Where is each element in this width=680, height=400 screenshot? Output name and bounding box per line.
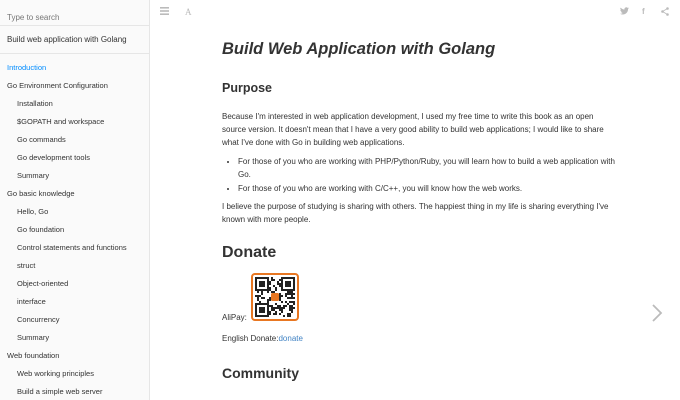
table-of-contents: Introduction Go Environment Configuration… — [0, 54, 149, 400]
book-home-link[interactable]: Build web application with Golang — [0, 26, 149, 54]
sidebar-item-summary[interactable]: Summary — [0, 329, 149, 347]
twitter-icon[interactable] — [620, 7, 629, 15]
sidebar-item-go-environment-configuration[interactable]: Go Environment Configuration — [0, 77, 149, 95]
sidebar-item-control-statements-and-functions[interactable]: Control statements and functions — [0, 239, 149, 257]
sidebar-item-struct[interactable]: struct — [0, 257, 149, 275]
purpose-list: For those of you who are working with PH… — [222, 155, 617, 195]
community-heading: Community — [222, 365, 299, 381]
page-content: Build Web Application with Golang Purpos… — [222, 38, 617, 381]
sidebar-item-summary[interactable]: Summary — [0, 167, 149, 185]
font-settings-icon[interactable]: A — [185, 6, 192, 18]
purpose-heading: Purpose — [222, 81, 273, 95]
sidebar-item-go-commands[interactable]: Go commands — [0, 131, 149, 149]
search-input[interactable] — [7, 13, 145, 22]
donate-link[interactable]: donate — [278, 334, 302, 343]
chevron-right-icon[interactable] — [650, 303, 664, 323]
sidebar-item-go-basic-knowledge[interactable]: Go basic knowledge — [0, 185, 149, 203]
list-item: For those of you who are working with C/… — [238, 182, 617, 195]
alipay-row: AliPay: — [222, 273, 617, 329]
sidebar: Build web application with Golang Introd… — [0, 0, 150, 400]
sidebar-item-concurrency[interactable]: Concurrency — [0, 311, 149, 329]
belief-paragraph: I believe the purpose of studying is sha… — [222, 202, 609, 224]
list-item: For those of you who are working with PH… — [238, 155, 617, 181]
sidebar-item-gopath-and-workspace[interactable]: $GOPATH and workspace — [0, 113, 149, 131]
purpose-paragraph: Because I'm interested in web applicatio… — [222, 112, 604, 147]
sidebar-item-web-foundation[interactable]: Web foundation — [0, 347, 149, 365]
search-box — [0, 0, 149, 26]
sidebar-item-installation[interactable]: Installation — [0, 95, 149, 113]
sidebar-item-interface[interactable]: interface — [0, 293, 149, 311]
page-title: Build Web Application with Golang — [222, 40, 496, 58]
sidebar-item-go-development-tools[interactable]: Go development tools — [0, 149, 149, 167]
alipay-label: AliPay: — [222, 313, 247, 322]
share-icon[interactable] — [661, 7, 669, 16]
donate-heading: Donate — [222, 244, 277, 261]
english-donate-label: English Donate: — [222, 334, 279, 343]
sidebar-item-build-a-simple-web-server[interactable]: Build a simple web server — [0, 383, 149, 400]
sidebar-item-object-oriented[interactable]: Object-oriented — [0, 275, 149, 293]
sidebar-item-web-working-principles[interactable]: Web working principles — [0, 365, 149, 383]
facebook-icon[interactable]: f — [642, 6, 645, 18]
english-donate-line: English Donate:donate — [222, 334, 617, 343]
sidebar-item-hello-go[interactable]: Hello, Go — [0, 203, 149, 221]
sidebar-item-go-foundation[interactable]: Go foundation — [0, 221, 149, 239]
alipay-qr-code-icon — [251, 273, 299, 321]
sidebar-item-introduction[interactable]: Introduction — [0, 59, 149, 77]
hamburger-menu-icon[interactable] — [160, 7, 169, 15]
toolbar: A f — [151, 0, 680, 24]
qr-code-graphic — [255, 277, 295, 317]
